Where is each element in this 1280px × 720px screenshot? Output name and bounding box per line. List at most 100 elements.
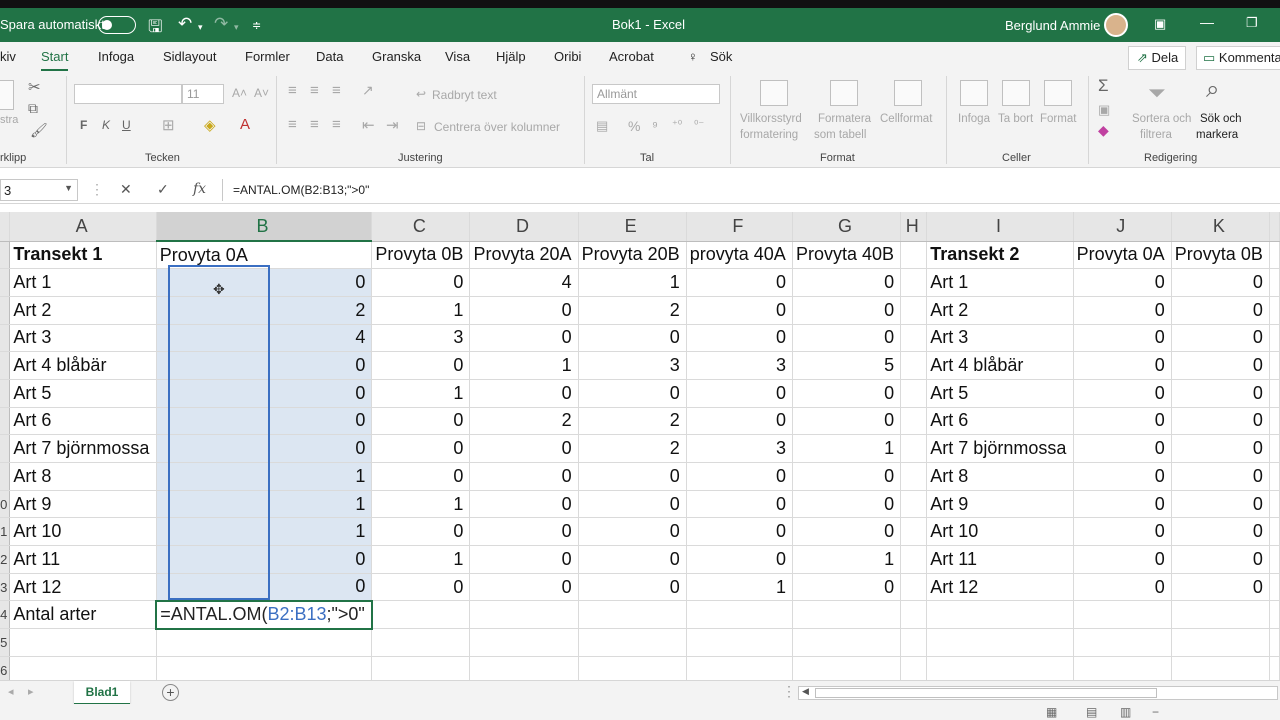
species-cell[interactable]: Art 5 (926, 379, 1074, 408)
count-cell[interactable]: 0 (1171, 407, 1270, 436)
restore-icon[interactable]: ❐ (1246, 15, 1258, 31)
count-cell[interactable]: 0 (1073, 268, 1172, 297)
cell[interactable] (469, 628, 579, 657)
tab-formulas[interactable]: Formler (245, 49, 290, 64)
count-cell[interactable]: 0 (792, 268, 902, 297)
count-cell[interactable]: 0 (686, 545, 793, 574)
count-cell[interactable]: 0 (1171, 268, 1270, 297)
count-cell[interactable]: 0 (1171, 545, 1270, 574)
tell-me-search[interactable]: Sök (710, 49, 732, 64)
species-cell[interactable]: Art 4 blåbär (9, 351, 157, 380)
count-cell[interactable]: 0 (578, 462, 687, 491)
count-cell[interactable]: 0 (1171, 573, 1270, 602)
tab-page-layout[interactable]: Sidlayout (163, 49, 216, 64)
species-cell[interactable]: Art 1 (926, 268, 1074, 297)
sort-filter-label-2[interactable]: filtrera (1140, 129, 1172, 141)
count-cell[interactable]: 0 (792, 573, 902, 602)
conditional-formatting-label-1[interactable]: Villkorsstyrd (740, 113, 802, 125)
count-cell[interactable]: 0 (469, 490, 579, 519)
increase-indent-icon[interactable]: ⇥ (386, 116, 399, 134)
count-cell[interactable] (900, 517, 928, 547)
format-as-table-label-1[interactable]: Formatera (818, 113, 871, 125)
count-cell[interactable]: 0 (156, 573, 373, 602)
cell[interactable] (1269, 600, 1280, 630)
row-number[interactable] (0, 462, 11, 491)
tab-split-handle[interactable]: ⋮ (782, 683, 796, 700)
count-cell[interactable]: 0 (371, 407, 471, 436)
column-header-a[interactable]: A (9, 212, 157, 242)
count-cell[interactable]: 0 (1073, 434, 1172, 463)
species-cell[interactable]: Art 3 (9, 324, 157, 353)
normal-view-icon[interactable]: ▦ (1046, 705, 1057, 719)
cell[interactable] (1269, 379, 1280, 408)
font-name-combo[interactable] (74, 84, 182, 104)
row-number[interactable]: 4 (0, 600, 11, 630)
tab-view[interactable]: Visa (445, 49, 470, 64)
count-cell[interactable] (900, 573, 928, 602)
page-break-view-icon[interactable]: ▥ (1120, 705, 1131, 719)
species-cell[interactable]: Art 10 (926, 517, 1074, 547)
insert-cells-icon[interactable] (960, 80, 988, 106)
cell[interactable] (469, 600, 579, 630)
count-cell[interactable]: 0 (469, 545, 579, 574)
species-cell[interactable]: Art 12 (9, 573, 157, 602)
count-cell[interactable]: 1 (686, 573, 793, 602)
count-cell[interactable] (900, 462, 928, 491)
copy-icon[interactable]: ⧉ (28, 100, 38, 117)
count-cell[interactable] (900, 434, 928, 463)
scroll-right-icon[interactable]: ▸ (28, 685, 34, 698)
count-cell[interactable]: 3 (371, 324, 471, 353)
redo-icon[interactable]: ↷ (214, 14, 228, 34)
count-cell[interactable]: 0 (469, 296, 579, 325)
count-cell[interactable]: 0 (1171, 379, 1270, 408)
count-cell[interactable]: 0 (371, 462, 471, 491)
count-cell[interactable]: 2 (469, 407, 579, 436)
count-cell[interactable] (900, 545, 928, 574)
count-cell[interactable]: 0 (469, 434, 579, 463)
species-cell[interactable]: Art 6 (9, 407, 157, 436)
count-cell[interactable]: 0 (686, 407, 793, 436)
count-cell[interactable]: 0 (156, 351, 373, 380)
summary-label-cell[interactable]: Antal arter (9, 600, 157, 630)
cell[interactable] (792, 628, 902, 657)
cell[interactable] (686, 628, 793, 657)
species-cell[interactable]: Art 9 (926, 490, 1074, 519)
count-cell[interactable]: 0 (1171, 324, 1270, 353)
cell[interactable] (1269, 517, 1280, 547)
fill-icon[interactable]: ▣ (1098, 102, 1110, 118)
cell[interactable] (1269, 296, 1280, 325)
count-cell[interactable]: 1 (578, 268, 687, 297)
column-header-i[interactable]: I (926, 212, 1074, 242)
row-number[interactable]: 1 (0, 517, 11, 547)
count-cell[interactable]: 0 (686, 490, 793, 519)
header-cell[interactable]: Provyta 20B (578, 241, 687, 270)
count-cell[interactable]: 0 (578, 324, 687, 353)
undo-icon[interactable]: ↶ (178, 14, 192, 34)
cell[interactable] (9, 628, 157, 657)
count-cell[interactable]: 0 (1073, 573, 1172, 602)
tab-help[interactable]: Hjälp (496, 49, 526, 64)
count-cell[interactable]: 0 (686, 462, 793, 491)
count-cell[interactable]: 0 (156, 434, 373, 463)
align-left-icon[interactable]: ≡ (288, 116, 297, 133)
format-painter-icon[interactable]: 🖌 (30, 122, 48, 139)
chevron-down-icon[interactable]: ▼ (64, 183, 73, 193)
count-cell[interactable]: 0 (1073, 296, 1172, 325)
column-header-e[interactable]: E (578, 212, 687, 242)
customize-toolbar-icon[interactable]: ≑ (252, 19, 261, 32)
minimize-icon[interactable]: — (1200, 14, 1214, 30)
comments-button[interactable]: ▭ Kommenta (1196, 46, 1280, 70)
species-cell[interactable]: Art 7 björnmossa (926, 434, 1074, 463)
count-cell[interactable]: 0 (792, 407, 902, 436)
count-cell[interactable]: 0 (1073, 324, 1172, 353)
add-sheet-button[interactable]: + (162, 684, 179, 701)
sort-filter-icon[interactable]: ⏷ (1148, 80, 1166, 106)
italic-button[interactable]: K (102, 118, 110, 132)
sort-filter-label-1[interactable]: Sortera och (1132, 113, 1191, 125)
header-cell[interactable]: Provyta 0A (156, 241, 373, 270)
format-as-table-label-2[interactable]: som tabell (814, 129, 866, 141)
count-cell[interactable]: 0 (578, 573, 687, 602)
row-number[interactable]: 2 (0, 545, 11, 574)
worksheet[interactable]: A B C D E F G H I J K Transekt 1 Provyta 0A Provyta 0… (0, 212, 1280, 685)
count-cell[interactable]: 3 (578, 351, 687, 380)
